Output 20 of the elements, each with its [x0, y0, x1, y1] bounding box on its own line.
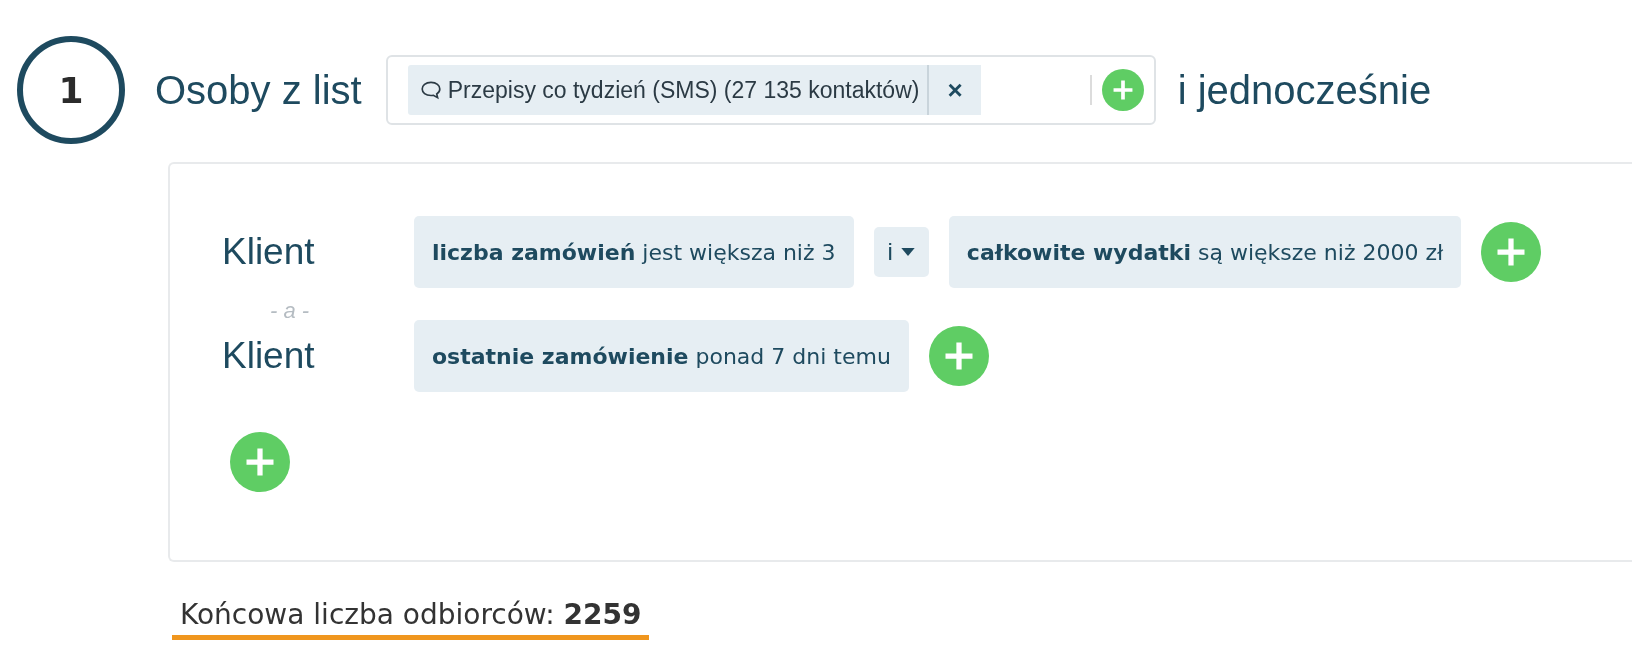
add-condition-icon[interactable] [1481, 222, 1542, 282]
recipient-count: Końcowa liczba odbiorców: 2259 [172, 598, 650, 640]
speech-bubble-icon [419, 80, 442, 100]
list-name: Przepisy co tydzień (SMS) (27 135 kontaktów) [447, 76, 921, 104]
remove-tag-button[interactable]: × [927, 65, 981, 115]
add-group-icon[interactable] [230, 432, 290, 492]
subject-label: Klient [222, 231, 316, 273]
connector-label: i jednocześnie [1177, 67, 1432, 113]
condition-chip[interactable]: ostatnie zamówienie ponad 7 dni temu [414, 320, 909, 392]
list-label: Osoby z list [155, 67, 362, 113]
condition-chip[interactable]: liczba zamówień jest większa niż 3 [414, 216, 854, 288]
condition-chip[interactable]: całkowite wydatki są większe niż 2000 zł [948, 216, 1462, 288]
group-separator: - a - [270, 298, 311, 324]
step-number: 1 [17, 36, 125, 144]
list-select-field[interactable]: Przepisy co tydzień (SMS) (27 135 kontaktów) × [385, 55, 1156, 125]
caret-icon [900, 248, 915, 256]
subject-label: Klient [222, 335, 316, 377]
add-condition-icon[interactable] [928, 326, 989, 386]
operator-dropdown[interactable]: i [873, 227, 929, 277]
add-icon[interactable] [1101, 69, 1144, 111]
